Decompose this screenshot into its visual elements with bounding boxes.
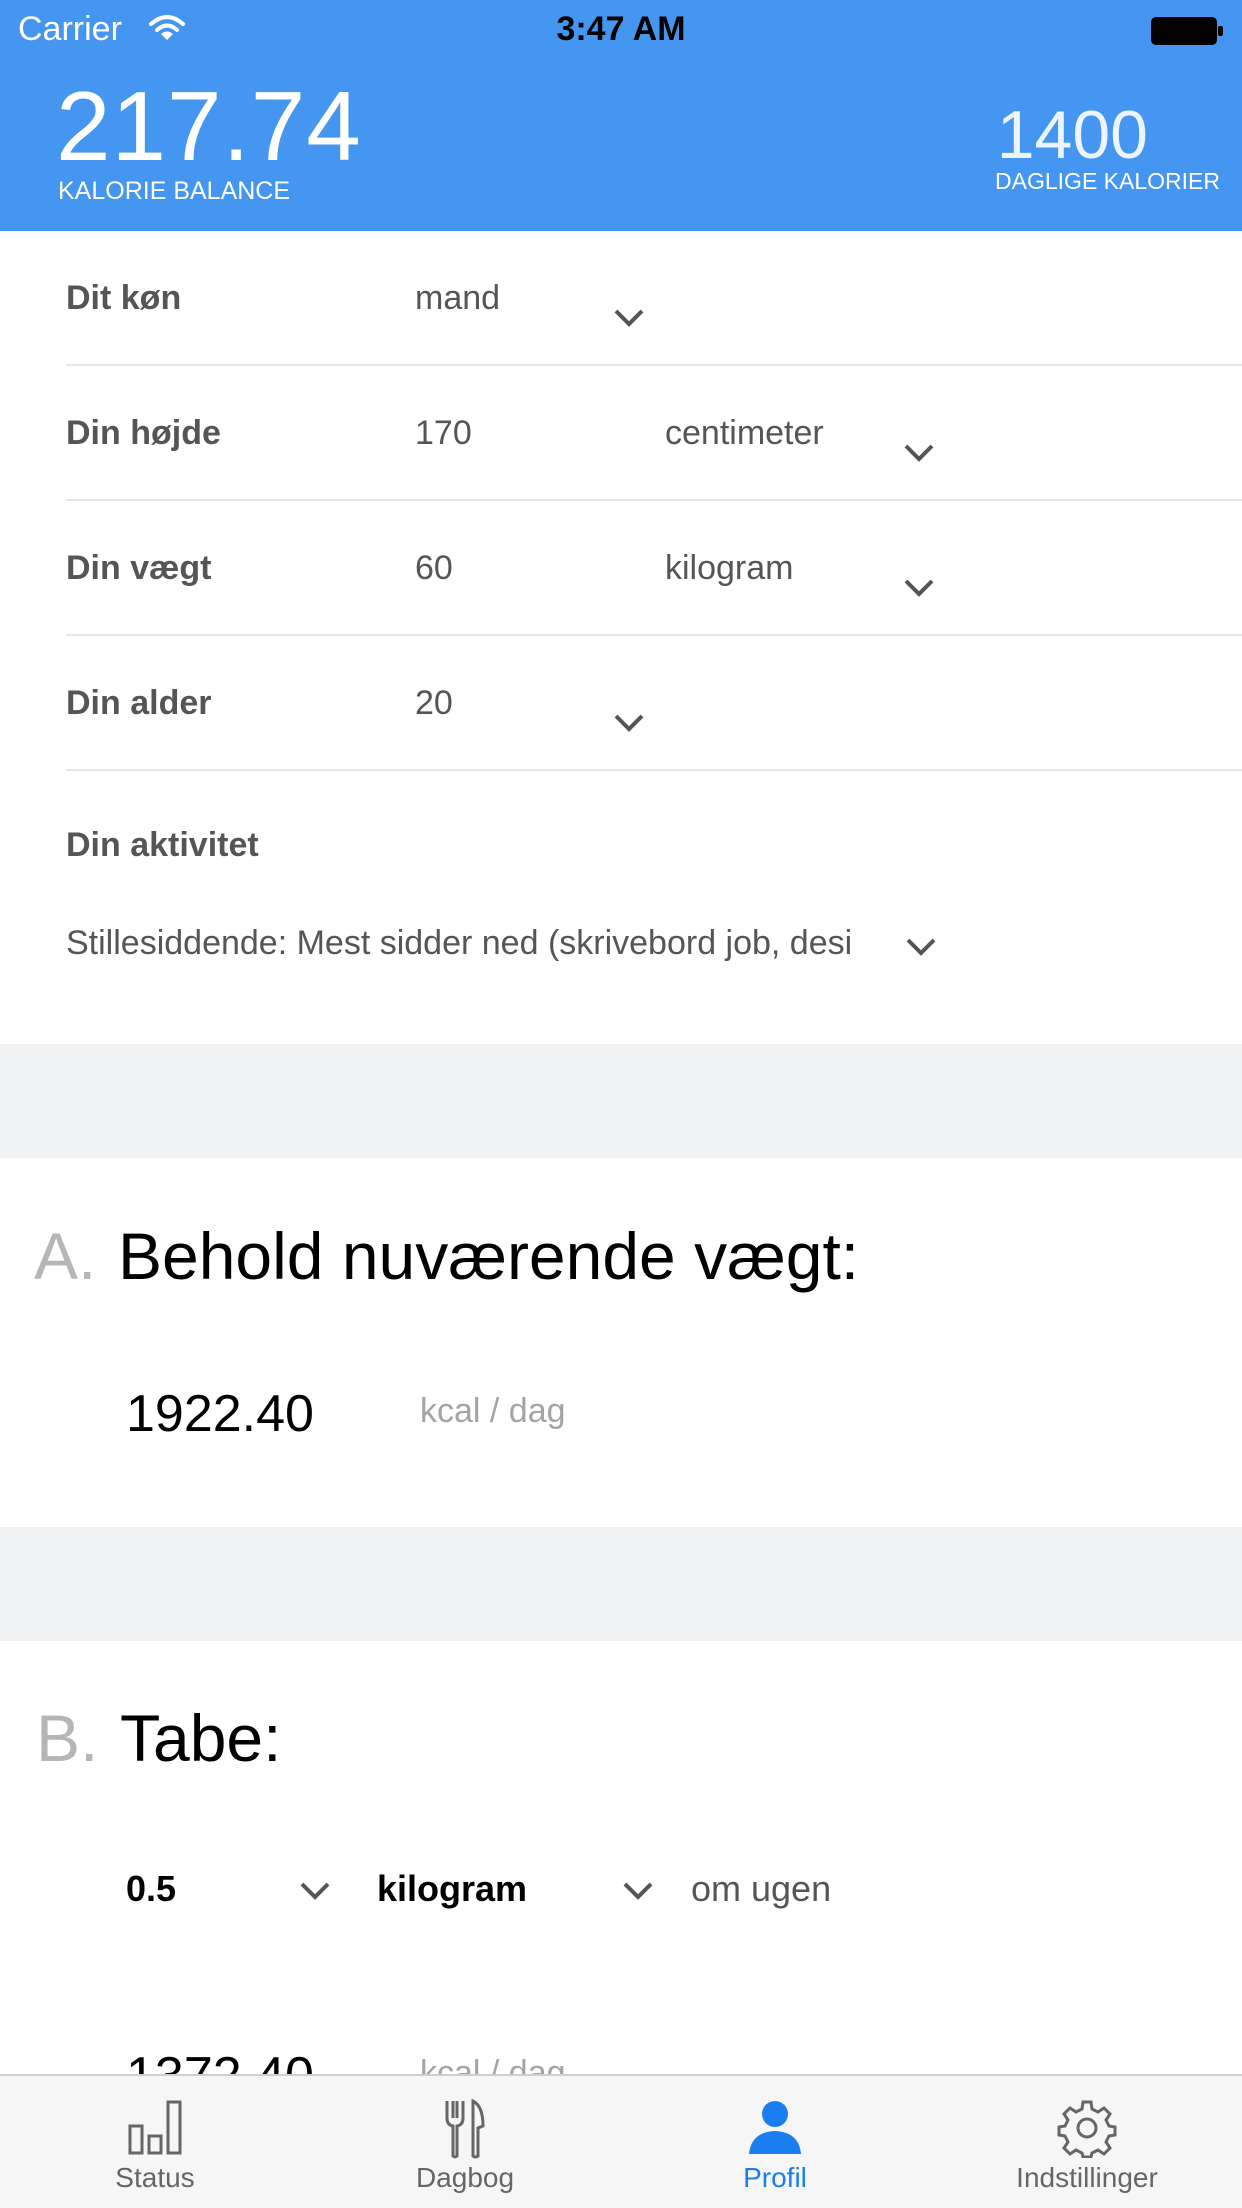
height-label: Din højde: [66, 414, 221, 452]
clock: 3:47 AM: [556, 10, 686, 48]
status-bar: Carrier 3:47 AM: [0, 0, 1242, 60]
tab-bar: Status Dagbog Profil Indstillinger: [0, 2074, 1242, 2208]
section-b-letter: B.: [36, 1701, 99, 1775]
calorie-balance-value: 217.74: [56, 71, 362, 181]
battery-icon: [1151, 17, 1223, 45]
tab-dagbog-label: Dagbog: [415, 2162, 515, 2193]
height-row[interactable]: Din højde 170 centimeter: [66, 366, 1242, 501]
height-input[interactable]: 170: [415, 366, 472, 501]
section-b-title: Tabe:: [120, 1701, 282, 1775]
section-divider: [0, 1527, 1242, 1641]
tab-status-label: Status: [115, 2162, 195, 2193]
calorie-header: Carrier 3:47 AM 217.74 KALORIE BALANCE 1…: [0, 0, 1242, 231]
tab-indstillinger[interactable]: Indstillinger: [932, 2076, 1242, 2208]
daily-calories-value: 1400: [996, 97, 1148, 173]
weight-input[interactable]: 60: [415, 501, 453, 636]
tab-indstillinger-label: Indstillinger: [1016, 2162, 1158, 2193]
tab-dagbog[interactable]: Dagbog: [310, 2076, 620, 2208]
gear-icon: [1057, 2100, 1117, 2158]
lose-period-text: om ugen: [691, 1868, 832, 1909]
weight-unit-select[interactable]: kilogram: [665, 501, 793, 636]
lose-unit-select[interactable]: kilogram: [377, 1868, 527, 1910]
chevron-down-icon[interactable]: [612, 307, 646, 329]
gender-select[interactable]: mand: [415, 231, 500, 366]
maintain-kcal-unit: kcal / dag: [420, 1392, 566, 1430]
chevron-down-icon[interactable]: [902, 442, 936, 464]
tab-status[interactable]: Status: [0, 2076, 310, 2208]
chevron-down-icon[interactable]: [298, 1880, 332, 1902]
age-row[interactable]: Din alder 20: [66, 636, 1242, 771]
tab-profil[interactable]: Profil: [620, 2076, 930, 2208]
chevron-down-icon[interactable]: [621, 1880, 655, 1902]
section-a-letter: A.: [34, 1219, 97, 1293]
tab-profil-label: Profil: [743, 2162, 807, 2193]
gender-row[interactable]: Dit køn mand: [66, 231, 1242, 366]
fork-knife-icon: [445, 2098, 485, 2159]
lose-amount-select[interactable]: 0.5: [126, 1868, 176, 1910]
height-unit-select[interactable]: centimeter: [665, 366, 824, 501]
bar-chart-icon: [128, 2100, 182, 2155]
calorie-balance-label: KALORIE BALANCE: [58, 177, 291, 205]
chevron-down-icon[interactable]: [902, 577, 936, 599]
maintain-kcal-value: 1922.40: [126, 1385, 314, 1443]
activity-label: Din aktivitet: [66, 826, 259, 864]
gender-label: Dit køn: [66, 279, 182, 317]
age-select[interactable]: 20: [415, 636, 453, 771]
age-label: Din alder: [66, 684, 212, 722]
chevron-down-icon[interactable]: [904, 936, 938, 958]
weight-label: Din vægt: [66, 549, 212, 587]
section-a-title: Behold nuværende vægt:: [118, 1219, 860, 1293]
person-icon: [749, 2101, 801, 2154]
weight-row[interactable]: Din vægt 60 kilogram: [66, 501, 1242, 636]
activity-select[interactable]: Stillesiddende: Mest sidder ned (skriveb…: [66, 924, 940, 963]
section-divider: [0, 1044, 1242, 1158]
chevron-down-icon[interactable]: [612, 712, 646, 734]
daily-calories-label: DAGLIGE KALORIER: [995, 168, 1220, 194]
